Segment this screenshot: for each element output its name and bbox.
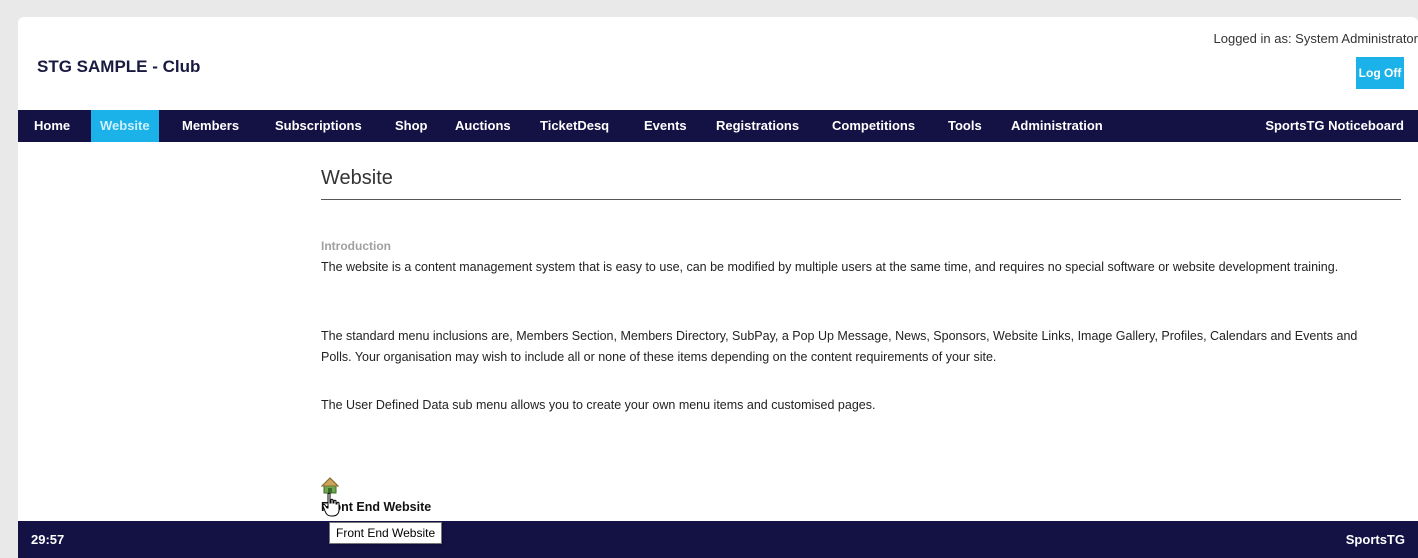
nav-item-subscriptions[interactable]: Subscriptions [275,110,362,142]
nav-item-shop[interactable]: Shop [395,110,428,142]
hand-cursor-icon [322,492,340,517]
log-off-button[interactable]: Log Off [1356,57,1404,89]
intro-paragraph-3: The User Defined Data sub menu allows yo… [321,398,876,412]
tooltip: Front End Website [329,522,443,544]
nav-item-events[interactable]: Events [644,110,687,142]
nav-item-ticketdesq[interactable]: TicketDesq [540,110,609,142]
nav-item-tools[interactable]: Tools [948,110,982,142]
main-navigation: Home Website Members Subscriptions Shop … [18,110,1418,142]
page-title: Website [321,167,393,189]
title-divider [321,199,1401,200]
nav-item-registrations[interactable]: Registrations [716,110,799,142]
club-name: STG SAMPLE - Club [37,57,201,76]
intro-heading: Introduction [321,239,391,253]
intro-paragraph-1: The website is a content management syst… [321,260,1339,274]
intro-paragraph-2: The standard menu inclusions are, Member… [321,329,1358,364]
nav-item-noticeboard[interactable]: SportsTG Noticeboard [1265,110,1404,142]
app-window: STG SAMPLE - Club Logged in as: System A… [18,17,1418,558]
nav-item-website[interactable]: Website [91,110,159,142]
nav-item-members[interactable]: Members [182,110,239,142]
footer-brand: SportsTG [1345,532,1405,547]
session-timer: 29:57 [31,532,65,547]
nav-item-administration[interactable]: Administration [1011,110,1103,142]
nav-item-home[interactable]: Home [34,110,70,142]
nav-item-auctions[interactable]: Auctions [455,110,511,142]
footer: 29:57 SportsTG [18,521,1418,558]
nav-item-competitions[interactable]: Competitions [832,110,915,142]
login-status: Logged in as: System Administrator [1213,31,1418,46]
